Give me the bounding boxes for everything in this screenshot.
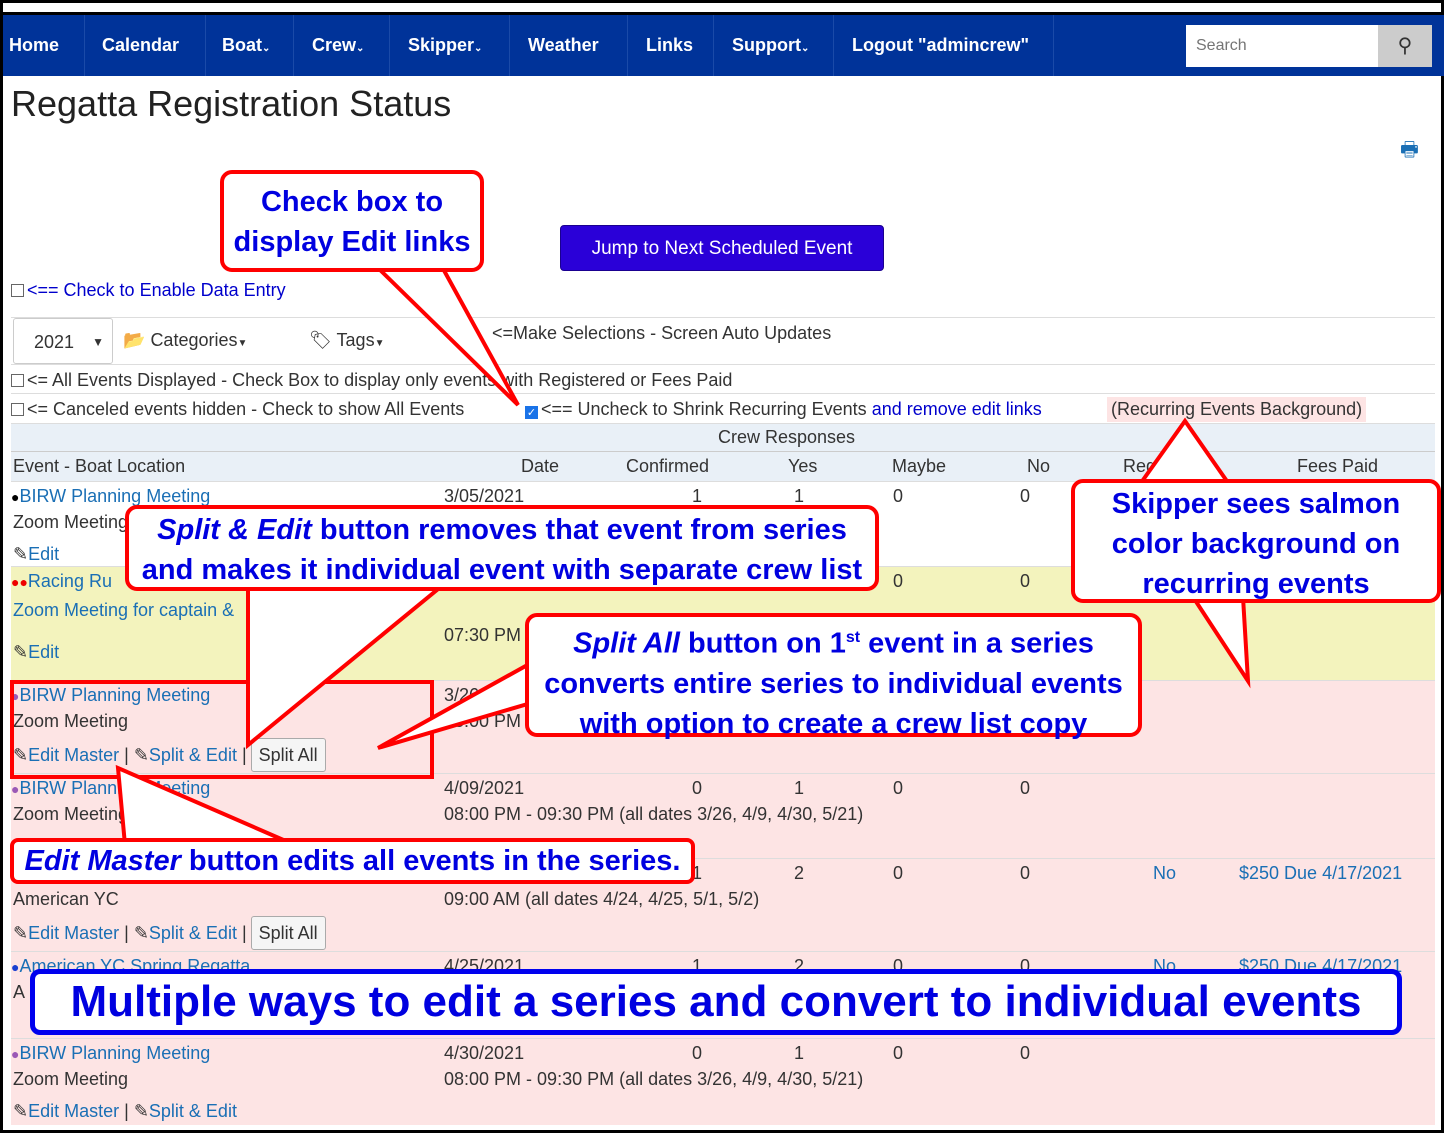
pointer-skipper-top	[1134, 417, 1235, 489]
pointer-checkbox	[370, 263, 520, 407]
callout-line: recurring events	[1142, 568, 1370, 600]
callout-line: Check box to	[260, 186, 444, 218]
callout-line: Skipper sees salmon	[1111, 488, 1401, 520]
callout-split-all: Split All button on 1st event in a serie…	[525, 613, 1142, 740]
pointer-split-edit	[246, 583, 449, 750]
callout-line: Split & Edit button removes that event f…	[129, 510, 875, 550]
banner-callout: Multiple ways to edit a series and conve…	[30, 969, 1402, 1035]
callout-checkbox: Check box to display Edit links	[220, 170, 484, 272]
callout-sup: st	[845, 629, 861, 646]
callout-split-edit: Split & Edit button removes that event f…	[125, 505, 879, 591]
callout-line: display Edit links	[233, 226, 471, 258]
callout-em: Split All	[573, 627, 680, 660]
pointer-edit-master	[115, 764, 296, 847]
pointer-skipper-bottom	[1189, 595, 1251, 689]
callout-text: button removes that event from series	[311, 514, 847, 546]
callout-line: converts entire series to individual eve…	[544, 667, 1123, 700]
callout-text: button on 1	[679, 627, 846, 660]
pointer-split-all	[377, 659, 533, 750]
callout-line: color background on	[1111, 528, 1401, 560]
callout-line: with option to create a crew list copy	[579, 707, 1088, 740]
callout-line: Split All button on 1st event in a serie…	[529, 618, 1138, 664]
callout-edit-master: Edit Master button edits all events in t…	[10, 838, 695, 884]
callout-text: event in a series	[860, 627, 1094, 660]
callout-em: Split & Edit	[157, 514, 312, 546]
callout-skipper: Skipper sees salmon color background on re…	[1071, 479, 1441, 603]
callout-em: Edit Master	[24, 845, 181, 877]
callout-text: button edits all events in the series.	[180, 845, 681, 877]
callout-line: and makes it individual event with separ…	[141, 554, 863, 586]
